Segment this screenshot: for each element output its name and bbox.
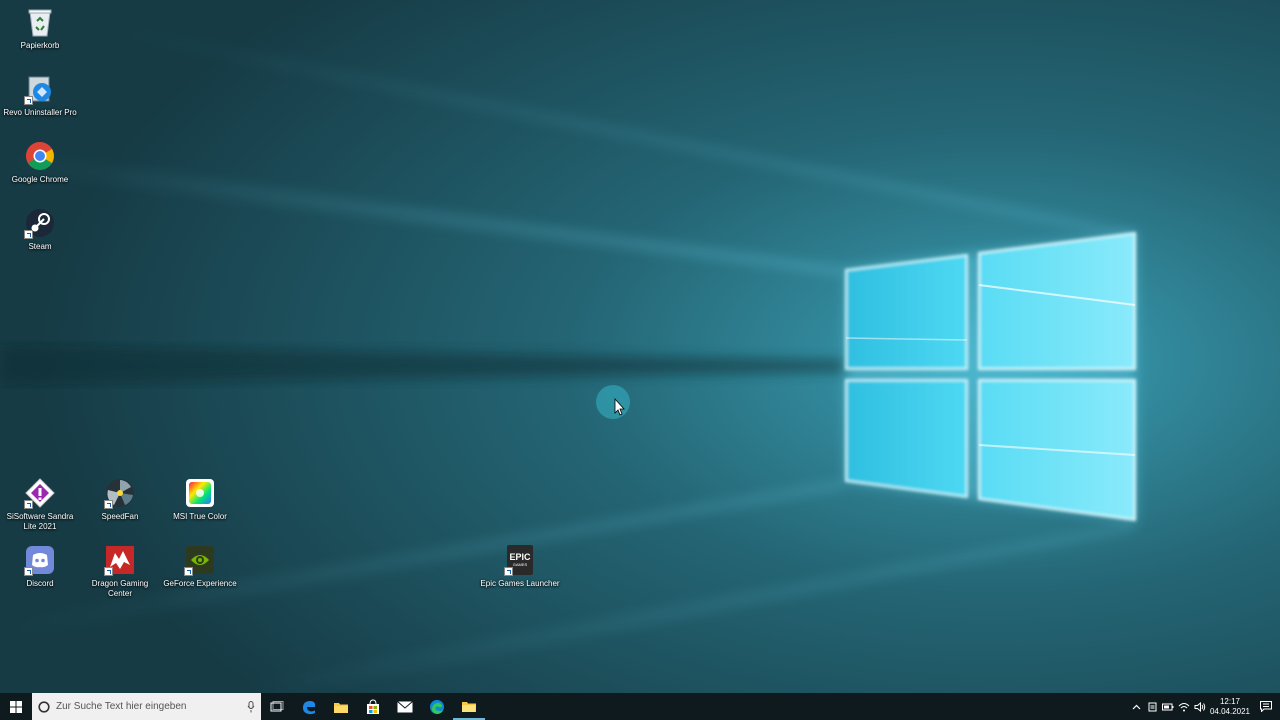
folder-icon (462, 701, 476, 712)
msi-true-color-icon (184, 477, 216, 509)
mouse-cursor-icon (596, 385, 630, 419)
desktop-icon-steam[interactable]: Steam (0, 203, 80, 267)
shortcut-arrow-icon (24, 96, 33, 105)
microsoft-store-icon (367, 698, 379, 714)
desktop-icon-label: Google Chrome (11, 175, 69, 184)
file-explorer-button[interactable] (325, 693, 357, 720)
desktop-icon-discord[interactable]: Discord (0, 540, 80, 604)
desktop-icon-label: SpeedFan (101, 512, 139, 521)
shortcut-arrow-icon (104, 500, 113, 509)
battery-icon[interactable] (1160, 693, 1176, 720)
desktop-icon-label: Steam (28, 242, 52, 251)
wifi-icon[interactable] (1176, 693, 1192, 720)
dragon-gaming-center-icon (104, 544, 136, 576)
desktop-icon-dragon-gaming-center[interactable]: Dragon Gaming Center (80, 540, 160, 604)
desktop-icon-label: GeForce Experience (163, 579, 237, 588)
shortcut-arrow-icon (504, 567, 513, 576)
desktop-icon-google-chrome[interactable]: Google Chrome (0, 136, 80, 200)
epic-games-launcher-icon: EPIC GAMES (504, 544, 536, 576)
sisoftware-sandra-icon (24, 477, 56, 509)
steam-icon (24, 207, 56, 239)
folder-app-button[interactable] (453, 693, 485, 720)
revo-uninstaller-icon (24, 73, 56, 105)
search-placeholder: Zur Suche Text hier eingeben (56, 701, 187, 712)
task-view-icon (270, 700, 284, 711)
notification-icon (1260, 701, 1272, 712)
task-view-button[interactable] (261, 693, 293, 720)
desktop-icon-label: SiSoftware Sandra Lite 2021 (6, 512, 74, 531)
recycle-bin-icon (24, 6, 56, 38)
volume-icon[interactable] (1192, 693, 1208, 720)
speedfan-icon (104, 477, 136, 509)
desktop-icon-sisoftware-sandra[interactable]: SiSoftware Sandra Lite 2021 (0, 473, 80, 537)
clock[interactable]: 12:17 04.04.2021 (1208, 697, 1252, 717)
cortana-icon (38, 700, 50, 713)
desktop-icon-papierkorb[interactable]: Papierkorb (0, 2, 80, 66)
edge-legacy-button[interactable] (293, 693, 325, 720)
desktop-icon-revo-uninstaller[interactable]: Revo Uninstaller Pro (0, 69, 80, 133)
shortcut-arrow-icon (24, 500, 33, 509)
search-box[interactable]: Zur Suche Text hier eingeben (32, 693, 261, 720)
epic-logo-text: EPIC (509, 551, 531, 562)
discord-icon (24, 544, 56, 576)
clock-date: 04.04.2021 (1209, 706, 1251, 716)
chevron-up-icon (1132, 704, 1140, 709)
edge-button[interactable] (421, 693, 453, 720)
desktop-icon-msi-true-color[interactable]: MSI True Color (160, 473, 240, 537)
microsoft-store-button[interactable] (357, 693, 389, 720)
desktop-icon-geforce-experience[interactable]: GeForce Experience (160, 540, 240, 604)
windows-logo-icon (10, 700, 22, 713)
action-center-button[interactable] (1252, 693, 1280, 720)
shortcut-arrow-icon (184, 567, 193, 576)
desktop-icon-label: Discord (26, 579, 54, 588)
desktop-icon-epic-games-launcher[interactable]: EPIC GAMES Epic Games Launcher (480, 540, 560, 604)
shortcut-arrow-icon (24, 567, 33, 576)
desktop-icon-speedfan[interactable]: SpeedFan (80, 473, 160, 537)
desktop-icon-label: Epic Games Launcher (480, 579, 560, 588)
shortcut-arrow-icon (104, 567, 113, 576)
microphone-icon[interactable] (247, 700, 255, 713)
mail-icon (397, 700, 413, 712)
file-explorer-icon (334, 702, 348, 713)
google-chrome-icon (24, 140, 56, 172)
shortcut-arrow-icon (24, 230, 33, 239)
tray-app-icon[interactable] (1144, 693, 1160, 720)
desktop-icon-label: Papierkorb (20, 41, 60, 50)
desktop-icon-label: MSI True Color (173, 512, 227, 521)
show-hidden-icons-button[interactable] (1128, 693, 1144, 720)
desktop-icon-label: Revo Uninstaller Pro (3, 108, 77, 117)
system-tray: 12:17 04.04.2021 (1128, 693, 1280, 720)
mail-button[interactable] (389, 693, 421, 720)
edge-icon (430, 699, 444, 714)
desktop-icon-label: Dragon Gaming Center (91, 579, 149, 598)
taskbar: Zur Suche Text hier eingeben 12:17 04.04… (0, 693, 1280, 720)
clock-time: 12:17 (1219, 696, 1241, 706)
geforce-experience-icon (184, 544, 216, 576)
edge-legacy-icon (303, 700, 316, 714)
epic-logo-subtext: GAMES (512, 561, 528, 567)
start-button[interactable] (0, 693, 32, 720)
